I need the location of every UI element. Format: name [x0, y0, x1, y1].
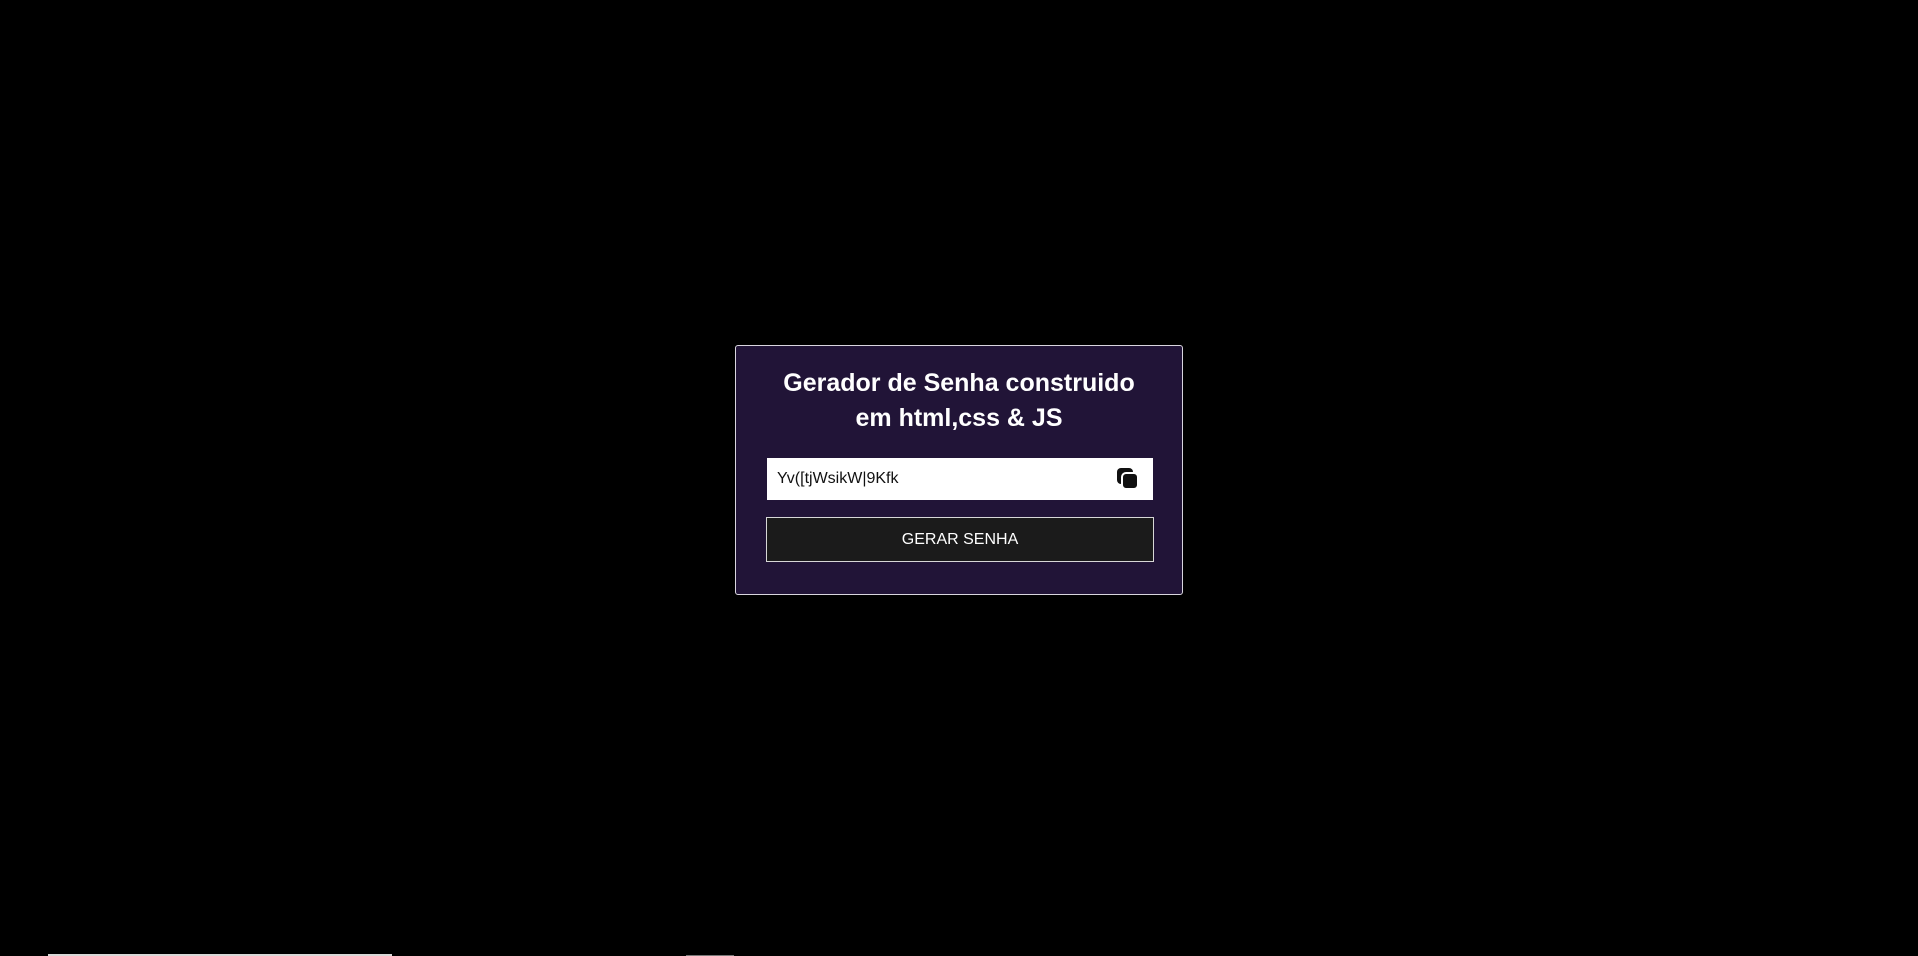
- generate-password-button[interactable]: GERAR SENHA: [766, 517, 1154, 562]
- password-field-container: [767, 458, 1153, 500]
- password-generator-card: Gerador de Senha construido em html,css …: [735, 345, 1183, 595]
- password-output-input[interactable]: [767, 458, 1107, 500]
- copy-password-button[interactable]: [1115, 466, 1141, 492]
- page-title: Gerador de Senha construido em html,css …: [783, 369, 1135, 432]
- copy-icon: [1115, 466, 1141, 492]
